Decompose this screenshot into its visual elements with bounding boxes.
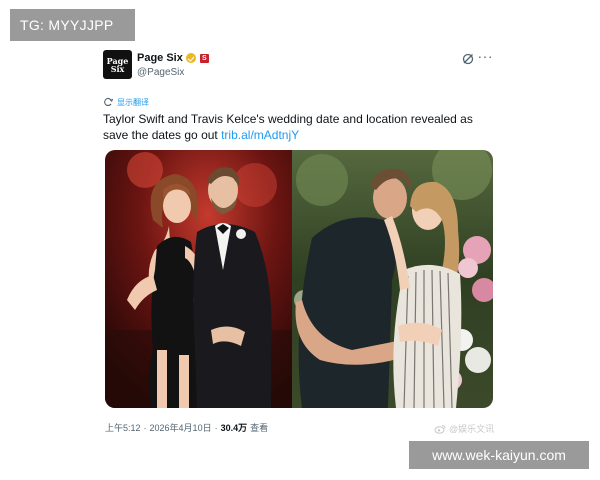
weibo-icon — [434, 424, 446, 434]
weibo-watermark: @娱乐文讯 — [434, 422, 494, 435]
top-watermark-banner: TG: MYYJJPP — [10, 9, 135, 41]
wedding-photo-left[interactable] — [105, 150, 292, 408]
author-info[interactable]: Page Six S @PageSix — [137, 51, 209, 78]
tweet-date[interactable]: 2026年4月10日 — [150, 421, 212, 434]
tweet-text: Taylor Swift and Travis Kelce's wedding … — [103, 111, 483, 143]
tweet-time[interactable]: 上午5:12 — [105, 421, 141, 434]
show-translation-link[interactable]: 显示翻译 — [117, 97, 149, 108]
page-six-affiliate-icon[interactable]: S — [199, 53, 209, 63]
top-watermark-text: TG: MYYJJPP — [20, 17, 114, 33]
photo-left-image — [105, 150, 292, 408]
tweet-header: Page Six Page Six S @PageSix ··· — [103, 48, 495, 84]
author-display-name[interactable]: Page Six — [137, 52, 183, 64]
tweet-media[interactable] — [105, 150, 493, 408]
avatar-line-2: Six — [110, 63, 125, 74]
tweet-card: Page Six Page Six S @PageSix ··· 显示翻译 Ta… — [103, 48, 495, 143]
views-label: 查看 — [250, 423, 269, 433]
translate-icon — [104, 97, 113, 107]
grok-icon[interactable] — [462, 53, 474, 65]
view-count[interactable]: 30.4万 — [221, 421, 248, 434]
tweet-meta: 上午5:12 · 2026年4月10日 · 30.4万 查看 — [105, 421, 268, 434]
bottom-watermark-banner: www.wek-kaiyun.com — [409, 441, 589, 469]
bottom-watermark-text: www.wek-kaiyun.com — [432, 447, 566, 463]
weibo-watermark-text: @娱乐文讯 — [449, 424, 495, 434]
meta-separator-2: · — [214, 422, 218, 433]
photo-right-image — [292, 150, 493, 408]
verified-badge-icon — [185, 53, 196, 63]
author-handle[interactable]: @PageSix — [137, 67, 209, 78]
translate-row[interactable]: 显示翻译 — [103, 96, 495, 108]
tweet-link[interactable]: trib.al/mAdtnjY — [221, 128, 299, 142]
wedding-photo-right[interactable] — [292, 150, 493, 408]
more-icon[interactable]: ··· — [478, 48, 494, 64]
avatar[interactable]: Page Six — [103, 50, 132, 79]
meta-separator-1: · — [143, 422, 147, 433]
